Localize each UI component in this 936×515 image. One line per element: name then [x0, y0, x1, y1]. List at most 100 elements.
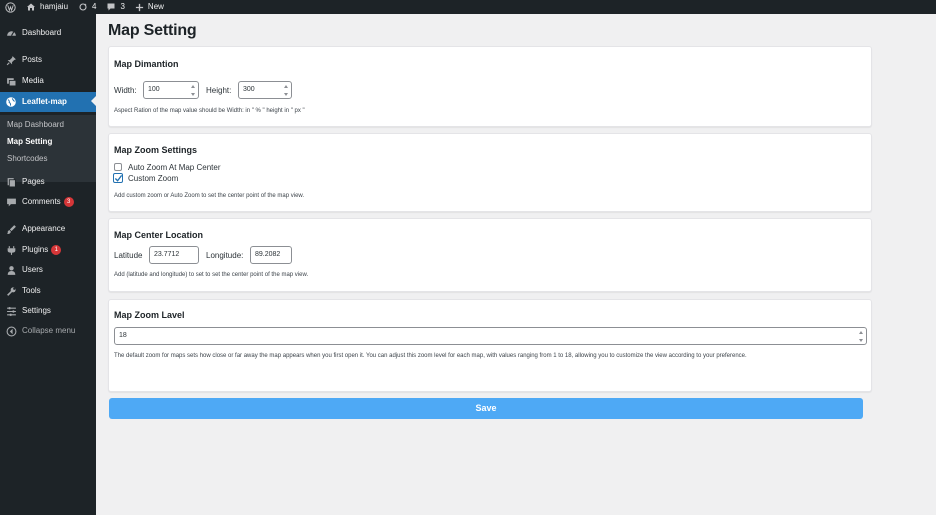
longitude-input[interactable]: 89.2082: [250, 246, 292, 264]
new-label: New: [147, 2, 164, 11]
zoom-settings-help-text: Add custom zoom or Auto Zoom to set the …: [114, 193, 305, 199]
media-icon: [5, 75, 17, 87]
comments-item[interactable]: 3: [101, 0, 129, 14]
admin-bar: hamjaiu 4 3 New: [0, 0, 936, 14]
pages-icon: [5, 176, 17, 188]
height-value: 300: [243, 86, 255, 93]
sidebar-item-label: Comments 3: [22, 193, 74, 211]
spin-up-icon: [858, 331, 863, 334]
sidebar-item-leaflet-map[interactable]: Leaflet-map: [0, 92, 96, 112]
dashboard-icon: [5, 27, 17, 39]
spin-down-icon: [858, 339, 863, 342]
sidebar-item-label: Collapse menu: [22, 326, 76, 335]
wordpress-logo-icon: [5, 1, 16, 13]
comment-bubble-icon: [107, 3, 115, 11]
spin-up-icon: [283, 85, 288, 88]
sidebar-item-label: Pages: [22, 177, 45, 186]
sidebar-item-settings[interactable]: Settings: [0, 302, 96, 320]
sidebar-item-appearance[interactable]: Appearance: [0, 220, 96, 238]
width-label: Width:: [114, 86, 137, 95]
sidebar-item-comments[interactable]: Comments 3: [0, 193, 96, 211]
updates-count: 4: [92, 2, 97, 11]
site-name: hamjaiu: [40, 2, 69, 11]
site-name-item[interactable]: hamjaiu: [21, 0, 73, 14]
zoom-level-value: 18: [119, 332, 127, 339]
longitude-label: Longitude:: [206, 251, 244, 260]
spin-down-icon: [190, 93, 195, 96]
auto-zoom-label[interactable]: Auto Zoom At Map Center: [128, 163, 221, 173]
latitude-value: 23.7712: [154, 251, 180, 258]
comments-count: 3: [120, 2, 125, 11]
map-zoom-level-card: Map Zoom Lavel 18 The default zoom for m…: [108, 299, 872, 392]
width-spinner[interactable]: [189, 85, 196, 96]
height-input[interactable]: 300: [238, 81, 292, 99]
map-dimension-card: Map Dimantion Width: 100 Height: 300 Asp…: [108, 46, 872, 127]
plugins-badge: 1: [51, 244, 62, 255]
width-value: 100: [148, 86, 160, 93]
sidebar-item-text: Plugins: [22, 245, 49, 254]
admin-sidebar: Dashboard Posts Media Leaflet-map Map Da…: [0, 14, 96, 515]
sidebar-item-tools[interactable]: Tools: [0, 282, 96, 300]
collapse-menu-button[interactable]: Collapse menu: [0, 322, 96, 340]
sidebar-item-posts[interactable]: Posts: [0, 51, 96, 69]
sidebar-item-plugins[interactable]: Plugins 1: [0, 241, 96, 259]
sidebar-item-label: Plugins 1: [22, 241, 62, 259]
globe-icon: [5, 96, 17, 108]
comments-badge: 3: [63, 196, 74, 207]
sidebar-item-pages[interactable]: Pages: [0, 173, 96, 191]
dimension-help-text: Aspect Ration of the map value should be…: [114, 108, 305, 114]
longitude-value: 89.2082: [255, 251, 281, 258]
leaflet-map-submenu: Map Dashboard Map Setting Shortcodes: [0, 115, 96, 182]
width-input[interactable]: 100: [143, 81, 199, 99]
zoom-level-input[interactable]: 18: [114, 327, 867, 345]
users-icon: [5, 264, 17, 276]
zoom-level-spinner[interactable]: [857, 331, 864, 342]
sidebar-item-users[interactable]: Users: [0, 261, 96, 279]
plugin-icon: [5, 244, 17, 256]
latitude-label: Latitude: [114, 251, 143, 260]
map-zoom-settings-card: Map Zoom Settings Auto Zoom At Map Cente…: [108, 133, 872, 212]
sidebar-item-media[interactable]: Media: [0, 72, 96, 90]
map-dimension-heading: Map Dimantion: [114, 59, 179, 69]
center-help-text: Add (latitude and longitude) to set to s…: [114, 272, 309, 278]
submenu-item-map-dashboard[interactable]: Map Dashboard: [7, 119, 64, 131]
sidebar-item-label: Users: [22, 265, 43, 274]
sidebar-item-label: Posts: [22, 55, 43, 64]
map-zoom-settings-heading: Map Zoom Settings: [114, 145, 197, 155]
height-label: Height:: [206, 86, 232, 95]
collapse-icon: [5, 325, 17, 337]
latitude-input[interactable]: 23.7712: [149, 246, 199, 264]
brush-icon: [5, 223, 17, 235]
submenu-item-shortcodes[interactable]: Shortcodes: [7, 153, 47, 165]
zoom-level-help-text: The default zoom for maps sets how close…: [114, 353, 747, 359]
home-icon: [27, 3, 35, 11]
settings-icon: [5, 305, 17, 317]
map-center-card: Map Center Location Latitude 23.7712 Lon…: [108, 218, 872, 292]
sidebar-item-dashboard[interactable]: Dashboard: [0, 24, 96, 42]
submenu-item-map-setting[interactable]: Map Setting: [7, 136, 52, 148]
new-content-item[interactable]: New: [130, 0, 169, 14]
map-center-heading: Map Center Location: [114, 230, 204, 240]
updates-item[interactable]: 4: [73, 0, 101, 14]
sidebar-item-label: Dashboard: [22, 28, 62, 37]
spin-down-icon: [283, 93, 288, 96]
comment-icon: [5, 196, 17, 208]
wrench-icon: [5, 285, 17, 297]
sidebar-item-label: Media: [22, 76, 44, 85]
plus-icon: [135, 3, 144, 11]
wordpress-logo-item[interactable]: [0, 0, 21, 14]
auto-zoom-checkbox[interactable]: [114, 163, 122, 171]
spin-up-icon: [190, 85, 195, 88]
sidebar-item-text: Comments: [22, 197, 61, 206]
sidebar-item-label: Settings: [22, 306, 51, 315]
page-title: Map Setting: [108, 22, 197, 39]
checkmark-icon: [114, 174, 123, 182]
save-button[interactable]: Save: [109, 398, 863, 419]
pin-icon: [5, 54, 17, 66]
map-zoom-level-heading: Map Zoom Lavel: [114, 310, 185, 320]
custom-zoom-label[interactable]: Custom Zoom: [128, 174, 178, 184]
custom-zoom-checkbox[interactable]: [113, 173, 123, 183]
updates-icon: [79, 3, 87, 11]
sidebar-item-label: Leaflet-map: [22, 97, 67, 106]
height-spinner[interactable]: [282, 85, 289, 96]
